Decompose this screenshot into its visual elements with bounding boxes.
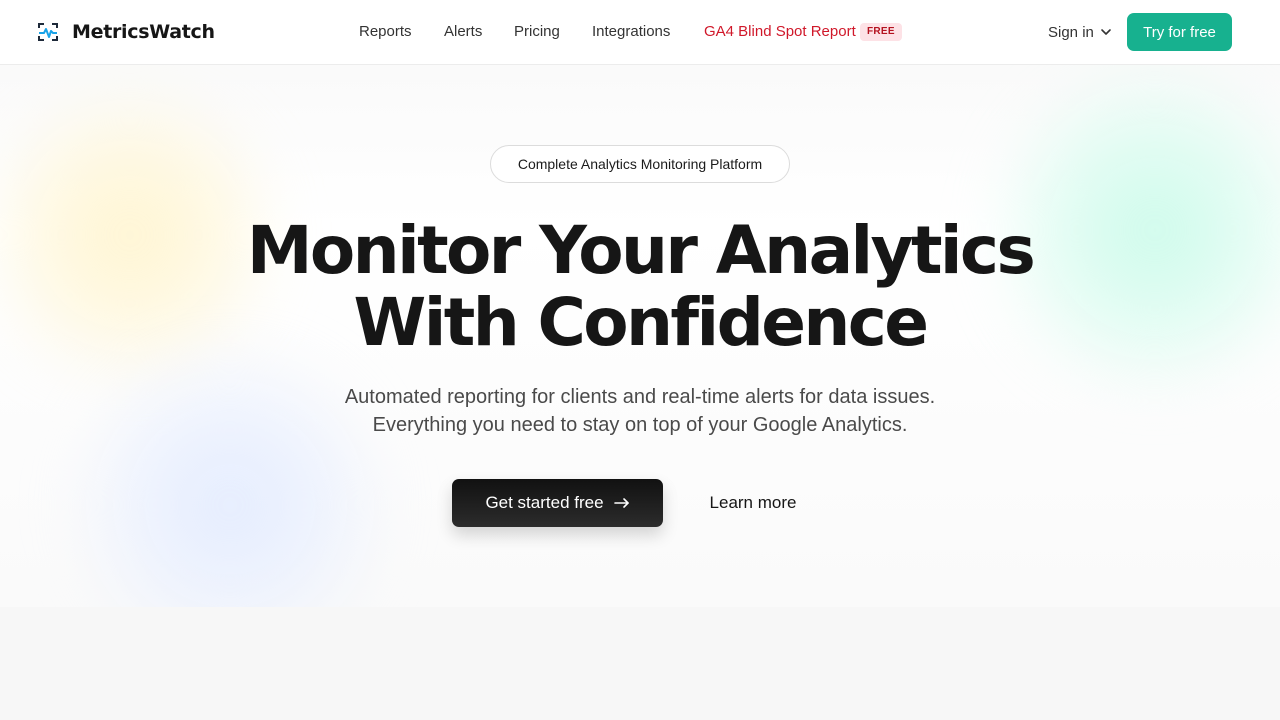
pulse-monitor-icon — [38, 23, 58, 41]
get-started-free-button[interactable]: Get started free — [452, 479, 663, 527]
try-for-free-button[interactable]: Try for free — [1127, 13, 1232, 51]
hero-headline: Monitor Your Analytics With Confidence — [140, 215, 1140, 359]
hero-subheadline: Automated reporting for clients and real… — [240, 383, 1040, 439]
headline-line-2: With Confidence — [353, 284, 930, 361]
get-started-label: Get started free — [485, 493, 604, 512]
chevron-down-icon — [1101, 29, 1111, 35]
headline-line-1: Monitor Your Analytics — [246, 212, 1036, 289]
nav-pricing[interactable]: Pricing — [514, 22, 560, 42]
brand-logo-link[interactable]: MetricsWatch — [36, 19, 215, 45]
subheadline-line-2: Everything you need to stay on top of yo… — [372, 414, 908, 436]
brand-name: MetricsWatch — [72, 21, 215, 43]
subheadline-line-1: Automated reporting for clients and real… — [344, 386, 936, 408]
signin-dropdown[interactable]: Sign in — [1048, 22, 1112, 42]
learn-more-button[interactable]: Learn more — [690, 479, 816, 527]
nav-alerts[interactable]: Alerts — [444, 22, 482, 42]
hero-pill-label: Complete Analytics Monitoring Platform — [490, 145, 790, 183]
top-navbar: MetricsWatch Reports Alerts Pricing Inte… — [0, 0, 1280, 65]
free-badge: FREE — [860, 23, 902, 41]
hero-section: Complete Analytics Monitoring Platform M… — [0, 65, 1280, 607]
nav-integrations[interactable]: Integrations — [592, 22, 670, 42]
arrow-right-icon — [613, 498, 629, 508]
nav-reports[interactable]: Reports — [359, 22, 412, 42]
signin-label: Sign in — [1048, 23, 1094, 41]
nav-ga4-blind-spot-report[interactable]: GA4 Blind Spot Report — [704, 22, 856, 42]
